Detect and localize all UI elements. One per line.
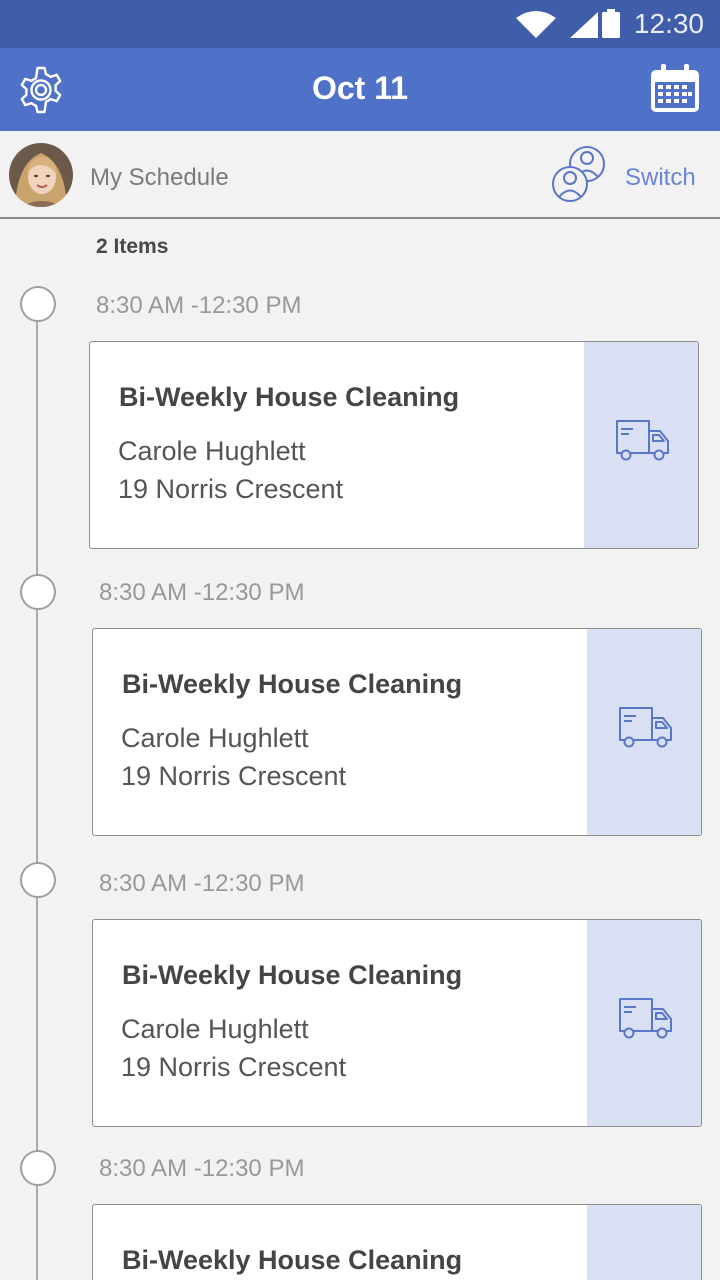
page-title: Oct 11 bbox=[311, 70, 409, 106]
appointment-title: Bi-Weekly House Cleaning bbox=[122, 669, 463, 699]
schedule-header: My Schedule Switch bbox=[0, 131, 720, 219]
appointment-action-panel[interactable] bbox=[587, 920, 701, 1126]
truck-icon bbox=[619, 707, 672, 748]
status-bar: 12:30 bbox=[0, 0, 720, 48]
appointment-card[interactable]: Bi-Weekly House Cleaning Carole Hughlett… bbox=[92, 919, 702, 1127]
client-address: 19 Norris Crescent bbox=[121, 761, 347, 791]
status-time: 12:30 bbox=[633, 8, 704, 39]
switch-button[interactable]: Switch bbox=[625, 164, 696, 192]
appointment-action-panel[interactable] bbox=[587, 629, 701, 835]
truck-icon bbox=[616, 420, 669, 461]
time-range: 8:30 AM -12:30 PM bbox=[99, 579, 305, 606]
client-name: Carole Hughlett bbox=[118, 436, 306, 466]
timeline-dot bbox=[20, 862, 56, 898]
timeline-dot bbox=[20, 286, 56, 322]
truck-icon bbox=[619, 998, 672, 1039]
items-count: 2 Items bbox=[96, 235, 169, 258]
users-switch-icon[interactable] bbox=[551, 144, 609, 202]
timeline-line bbox=[36, 320, 38, 1280]
appointment-card[interactable]: Bi-Weekly House Cleaning Carole Hughlett… bbox=[92, 628, 702, 836]
timeline-dot bbox=[20, 1150, 56, 1186]
client-name: Carole Hughlett bbox=[121, 1014, 309, 1044]
timeline-dot bbox=[20, 574, 56, 610]
status-icons bbox=[516, 9, 620, 38]
time-range: 8:30 AM -12:30 PM bbox=[96, 292, 302, 319]
time-range: 8:30 AM -12:30 PM bbox=[99, 1155, 305, 1182]
avatar[interactable] bbox=[9, 143, 73, 207]
calendar-icon[interactable] bbox=[648, 62, 702, 116]
appointment-card[interactable]: Bi-Weekly House Cleaning bbox=[92, 1204, 702, 1280]
client-address: 19 Norris Crescent bbox=[118, 474, 344, 504]
signal-icon bbox=[570, 12, 598, 38]
my-schedule-label: My Schedule bbox=[90, 164, 229, 191]
appointment-action-panel[interactable] bbox=[584, 342, 698, 548]
wifi-icon bbox=[516, 11, 556, 38]
appointment-title: Bi-Weekly House Cleaning bbox=[122, 1245, 463, 1275]
battery-icon bbox=[602, 12, 620, 38]
time-range: 8:30 AM -12:30 PM bbox=[99, 870, 305, 897]
appointment-card[interactable]: Bi-Weekly House Cleaning Carole Hughlett… bbox=[89, 341, 699, 549]
client-address: 19 Norris Crescent bbox=[121, 1052, 347, 1082]
client-name: Carole Hughlett bbox=[121, 723, 309, 753]
app-bar: Oct 11 bbox=[0, 48, 720, 131]
appointment-title: Bi-Weekly House Cleaning bbox=[122, 960, 463, 990]
appointment-action-panel[interactable] bbox=[587, 1205, 701, 1280]
appointment-title: Bi-Weekly House Cleaning bbox=[119, 382, 460, 412]
